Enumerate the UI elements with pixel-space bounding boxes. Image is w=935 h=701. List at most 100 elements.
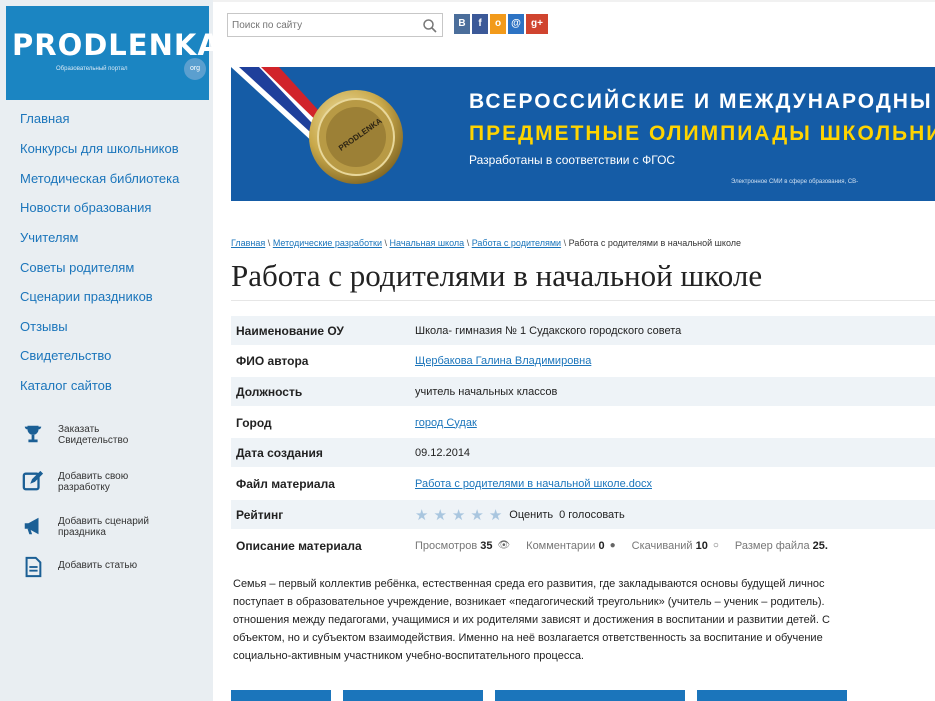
size-label: Размер файла <box>734 539 810 552</box>
star-icon[interactable]: ★ <box>452 506 465 524</box>
breadcrumb-separator: \ <box>267 238 271 248</box>
sidebar-item-library[interactable]: Методическая библиотека <box>20 171 179 186</box>
downloads-count: 10 <box>695 539 708 552</box>
info-row-description: Описание материала Просмотров 35 👁 Комме… <box>231 531 935 560</box>
sidebar-item-teachers[interactable]: Учителям <box>20 230 78 245</box>
comments-count: 0 <box>598 539 605 552</box>
add-scenario-label: Добавить сценарий праздника <box>58 516 149 538</box>
logo-org-badge: org <box>184 58 206 80</box>
sidebar: PRODLENKA Образовательный портал org Гла… <box>0 0 220 701</box>
sidebar-item-news[interactable]: Новости образования <box>20 200 151 215</box>
description-line: социально-активным участником учебно-вос… <box>233 650 584 662</box>
rating-stars: ★ ★ ★ ★ ★ Оценить 0 голосовать <box>415 506 625 524</box>
material-description: Семья – первый коллектив ребёнка, естест… <box>233 575 935 665</box>
sidebar-item-certificate[interactable]: Свидетельство <box>20 348 111 363</box>
odnoklassniki-icon[interactable]: o <box>490 14 506 34</box>
author-label: ФИО автора <box>236 353 309 368</box>
file-download-link[interactable]: Работа с родителями в начальной школе.do… <box>415 478 652 490</box>
position-value: учитель начальных классов <box>415 385 558 398</box>
action-button-4[interactable] <box>697 690 847 701</box>
document-icon <box>25 556 42 578</box>
olympiad-banner[interactable]: PRODLENKA ВСЕРОССИЙСКИЕ И МЕЖДУНАРОДНЫ П… <box>231 67 935 201</box>
info-row-city: Город город Судак <box>231 408 935 437</box>
views-label: Просмотров <box>415 539 478 552</box>
page-title: Работа с родителями в начальной школе <box>231 258 763 293</box>
banner-heading-line2: ПРЕДМЕТНЫЕ ОЛИМПИАДЫ ШКОЛЬНИ <box>469 122 935 145</box>
position-label: Должность <box>236 384 303 399</box>
author-link[interactable]: Щербакова Галина Владимировна <box>415 355 591 367</box>
org-value: Школа- гимназия № 1 Судакского городског… <box>415 324 682 337</box>
action-button-3[interactable] <box>495 690 685 701</box>
info-row-date: Дата создания 09.12.2014 <box>231 438 935 467</box>
breadcrumb-methodical[interactable]: Методические разработки <box>273 238 382 248</box>
star-icon[interactable]: ★ <box>470 506 483 524</box>
logo-subtitle: Образовательный портал <box>56 66 128 72</box>
eye-icon: 👁 <box>497 540 511 551</box>
banner-subheading: Разработаны в соответствии с ФГОС <box>469 153 676 167</box>
breadcrumb-separator: \ <box>563 238 567 248</box>
description-line: объектом, но и субъектом взаимодействия.… <box>233 632 823 644</box>
star-icon[interactable]: ★ <box>433 506 446 524</box>
date-value: 09.12.2014 <box>415 446 471 459</box>
sidebar-item-scenarios[interactable]: Сценарии праздников <box>20 289 153 304</box>
desc-label: Описание материала <box>236 538 362 553</box>
facebook-icon[interactable]: f <box>472 14 488 34</box>
info-row-position: Должность учитель начальных классов <box>231 377 935 406</box>
add-development-action[interactable]: Добавить свою разработку <box>22 468 168 502</box>
search-input[interactable] <box>228 14 408 36</box>
sidebar-item-home[interactable]: Главная <box>20 111 69 126</box>
top-divider <box>213 0 935 2</box>
googleplus-icon[interactable]: g+ <box>526 14 548 34</box>
sidebar-item-contests[interactable]: Конкурсы для школьников <box>20 141 179 156</box>
breadcrumb-parents[interactable]: Работа с родителями <box>472 238 561 248</box>
breadcrumb-separator: \ <box>466 238 470 248</box>
city-label: Город <box>236 415 272 430</box>
banner-footnote: Электронное СМИ в сфере образования, СВ- <box>731 179 859 185</box>
downloads-label: Скачиваний <box>631 539 693 552</box>
add-scenario-action[interactable]: Добавить сценарий праздника <box>22 513 168 547</box>
city-link[interactable]: город Судак <box>415 417 477 429</box>
description-line: отношения между педагогами, учащимися и … <box>233 614 830 626</box>
search-box[interactable] <box>227 13 443 37</box>
add-development-label: Добавить свою разработку <box>58 471 129 493</box>
breadcrumb-primary-school[interactable]: Начальная школа <box>390 238 465 248</box>
trophy-icon <box>24 425 42 443</box>
megaphone-icon <box>24 517 39 535</box>
vk-icon[interactable]: В <box>454 14 470 34</box>
action-button-1[interactable] <box>231 690 331 701</box>
add-article-action[interactable]: Добавить статью <box>22 554 168 588</box>
star-icon[interactable]: ★ <box>415 506 428 524</box>
rating-label: Рейтинг <box>236 507 284 522</box>
material-stats: Просмотров 35 👁 Комментарии 0 ● Скачиван… <box>415 540 828 552</box>
info-row-author: ФИО автора Щербакова Галина Владимировна <box>231 346 935 375</box>
title-divider <box>231 300 935 301</box>
info-row-org: Наименование ОУ Школа- гимназия № 1 Суда… <box>231 316 935 345</box>
search-icon[interactable] <box>422 18 438 34</box>
sidebar-item-catalog[interactable]: Каталог сайтов <box>20 378 112 393</box>
edit-icon <box>22 470 44 491</box>
rating-rate-text[interactable]: Оценить <box>509 509 553 521</box>
site-logo[interactable]: PRODLENKA Образовательный портал org <box>6 6 220 100</box>
breadcrumb-home[interactable]: Главная <box>231 238 265 248</box>
sidebar-item-reviews[interactable]: Отзывы <box>20 319 68 334</box>
action-button-2[interactable] <box>343 690 483 701</box>
breadcrumb-separator: \ <box>384 238 388 248</box>
info-row-file: Файл материала Работа с родителями в нач… <box>231 469 935 498</box>
description-line: поступает в образовательное учреждение, … <box>233 596 825 608</box>
size-value: 25. <box>812 539 828 552</box>
comments-label: Комментарии <box>526 539 596 552</box>
comment-icon: ● <box>609 540 616 551</box>
order-certificate-action[interactable]: Заказать Свидетельство <box>22 421 168 455</box>
breadcrumb-current: Работа с родителями в начальной школе <box>568 238 742 248</box>
description-line: Семья – первый коллектив ребёнка, естест… <box>233 578 825 590</box>
mailru-icon[interactable]: @ <box>508 14 524 34</box>
views-count: 35 <box>480 539 493 552</box>
sidebar-item-parents[interactable]: Советы родителям <box>20 260 134 275</box>
star-icon[interactable]: ★ <box>489 506 502 524</box>
banner-heading-line1: ВСЕРОССИЙСКИЕ И МЕЖДУНАРОДНЫ <box>469 90 933 113</box>
logo-text: PRODLENKA <box>12 28 221 62</box>
date-label: Дата создания <box>236 445 323 460</box>
rating-votes-text: 0 голосовать <box>559 508 625 521</box>
order-certificate-label: Заказать Свидетельство <box>58 424 129 446</box>
download-icon: ○ <box>712 540 719 551</box>
